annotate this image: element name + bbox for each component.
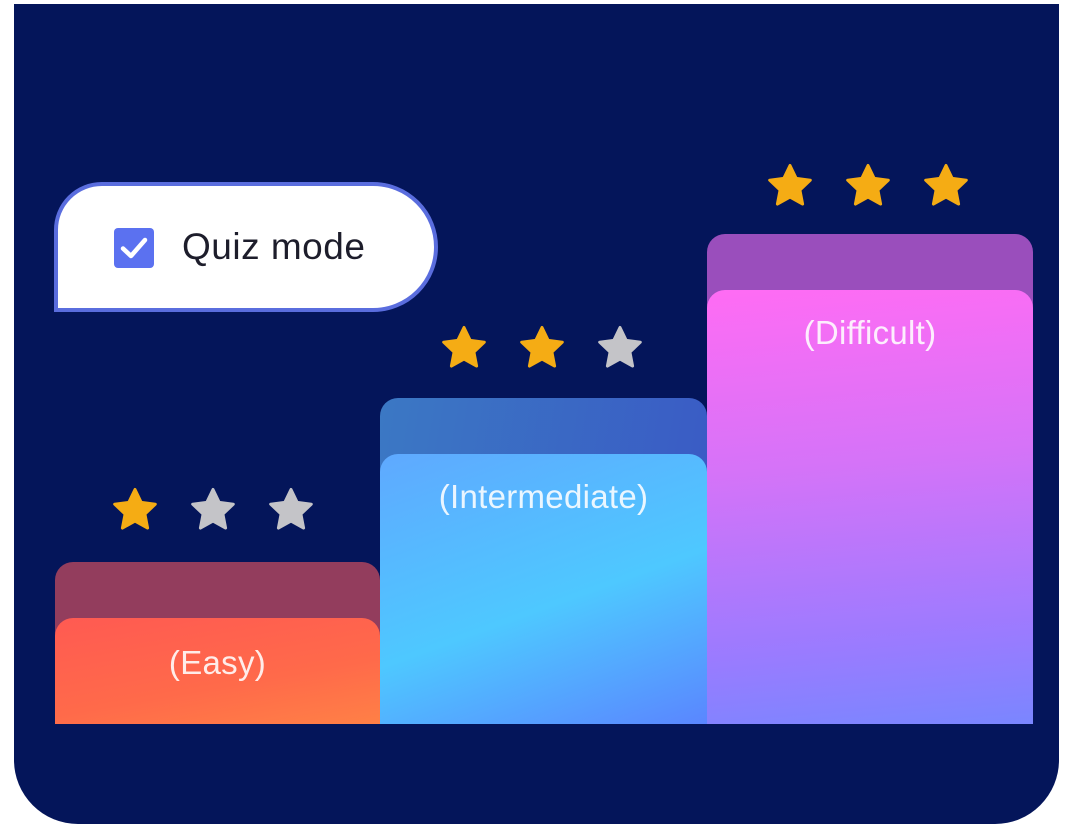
checkmark-icon bbox=[120, 237, 148, 259]
star-empty-icon bbox=[191, 488, 235, 530]
level-easy-step[interactable]: (Easy) bbox=[55, 562, 380, 724]
quiz-mode-label: Quiz mode bbox=[182, 226, 366, 267]
quiz-mode-toggle[interactable]: Quiz mode bbox=[54, 182, 438, 312]
star-filled-icon bbox=[768, 164, 812, 206]
star-filled-icon bbox=[846, 164, 890, 206]
easy-rating bbox=[111, 486, 315, 534]
level-difficult-label: (Difficult) bbox=[803, 314, 937, 351]
star-filled-icon bbox=[113, 488, 157, 530]
level-intermediate-label: (Intermediate) bbox=[438, 478, 649, 515]
quiz-mode-card: Quiz mode (Easy) (Intermediate) (Difficu… bbox=[14, 4, 1059, 824]
star-filled-icon bbox=[924, 164, 968, 206]
intermediate-rating bbox=[440, 324, 644, 372]
difficult-rating bbox=[766, 162, 970, 210]
level-easy-label: (Easy) bbox=[168, 644, 267, 681]
level-difficult-step[interactable]: (Difficult) bbox=[707, 234, 1033, 724]
level-intermediate-step[interactable]: (Intermediate) bbox=[380, 398, 707, 724]
star-empty-icon bbox=[269, 488, 313, 530]
star-filled-icon bbox=[520, 326, 564, 368]
star-filled-icon bbox=[442, 326, 486, 368]
star-empty-icon bbox=[598, 326, 642, 368]
quiz-mode-checkbox[interactable] bbox=[114, 228, 154, 268]
step-face bbox=[707, 290, 1033, 724]
